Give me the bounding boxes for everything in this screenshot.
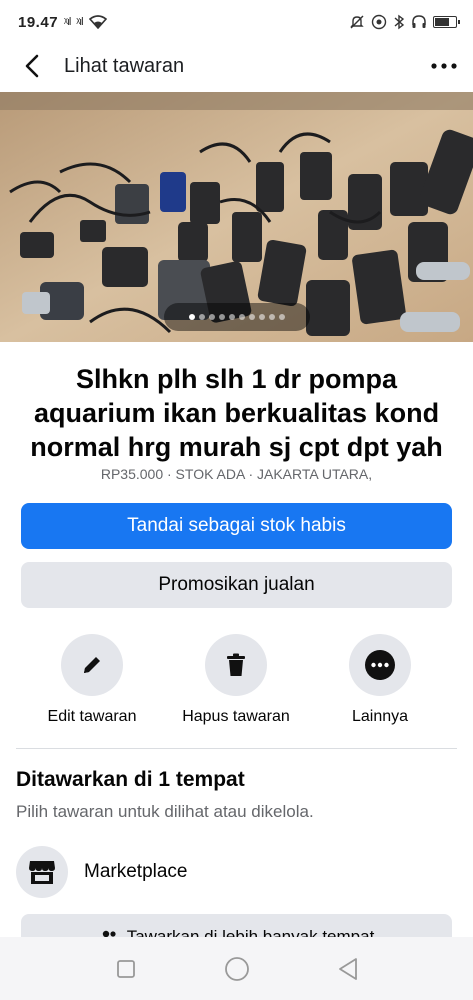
offered-section-title: Ditawarkan di 1 tempat — [16, 768, 245, 791]
marketplace-place-row[interactable]: Marketplace — [16, 845, 457, 899]
mark-sold-button[interactable]: Tandai sebagai stok habis — [21, 503, 452, 549]
pencil-icon — [84, 657, 100, 673]
trash-icon — [227, 653, 245, 676]
top-bar: Lihat tawaran — [0, 44, 473, 88]
back-arrow-icon[interactable] — [18, 52, 46, 80]
delete-listing-button[interactable] — [205, 634, 267, 696]
photo-pagination-dot — [229, 314, 235, 320]
edit-listing-button[interactable] — [61, 634, 123, 696]
more-icon — [365, 650, 395, 680]
photo-pagination-dot — [249, 314, 255, 320]
photo-pagination-dot — [199, 314, 205, 320]
section-divider — [16, 748, 457, 749]
back-button[interactable] — [333, 954, 363, 984]
status-time: 19.47 — [18, 13, 59, 31]
photo-pagination-dot — [209, 314, 215, 320]
more-actions-action[interactable]: Lainnya — [305, 634, 455, 726]
shop-icon — [29, 861, 55, 884]
circle-icon — [224, 956, 249, 981]
signal-icon: ᵡıl — [64, 16, 71, 28]
page-title: Lihat tawaran — [64, 54, 185, 77]
home-button[interactable] — [222, 954, 252, 984]
status-right — [349, 14, 460, 30]
more-actions-button[interactable] — [349, 634, 411, 696]
delete-listing-action[interactable]: Hapus tawaran — [161, 634, 311, 726]
shop-icon-container — [16, 846, 68, 898]
photo-pagination-dot — [189, 314, 195, 320]
photo-pagination-dot — [279, 314, 285, 320]
edit-listing-action[interactable]: Edit tawaran — [17, 634, 167, 726]
photo-pagination-dot — [239, 314, 245, 320]
signal-icon-2: ᵡıl — [76, 16, 83, 28]
photo-pagination-dot — [259, 314, 265, 320]
promote-listing-button[interactable]: Promosikan jualan — [21, 562, 452, 608]
marketplace-label: Marketplace — [84, 861, 188, 882]
headset-icon — [412, 15, 426, 28]
data-icon — [371, 14, 387, 30]
photo-pagination-dot — [219, 314, 225, 320]
wifi-icon — [88, 15, 107, 29]
delete-listing-label: Hapus tawaran — [182, 708, 290, 725]
status-left: 19.47 ᵡıl ᵡıl — [18, 14, 107, 31]
triangle-back-icon — [338, 957, 357, 980]
battery-fill — [435, 18, 449, 26]
offered-section-subtitle: Pilih tawaran untuk dilihat atau dikelol… — [16, 802, 314, 821]
listing-actions: Edit tawaran Hapus tawaran Lainnya — [0, 634, 473, 734]
system-nav-bar — [0, 937, 473, 1000]
listing-title: Slhkn plh slh 1 dr pompa aquarium ikan b… — [30, 364, 443, 462]
recents-button[interactable] — [111, 954, 141, 984]
mute-icon — [350, 15, 364, 29]
edit-listing-label: Edit tawaran — [47, 708, 137, 725]
bluetooth-icon — [394, 14, 405, 30]
more-options-icon[interactable] — [429, 51, 459, 81]
photo-pagination — [164, 303, 310, 331]
more-actions-label: Lainnya — [351, 708, 409, 725]
square-icon — [116, 959, 135, 978]
listing-meta: RP35.000 · STOK ADA · JAKARTA UTARA, — [100, 466, 373, 482]
battery-icon — [433, 16, 460, 28]
photo-pagination-dot — [269, 314, 275, 320]
status-bar: 19.47 ᵡıl ᵡıl — [0, 0, 473, 44]
